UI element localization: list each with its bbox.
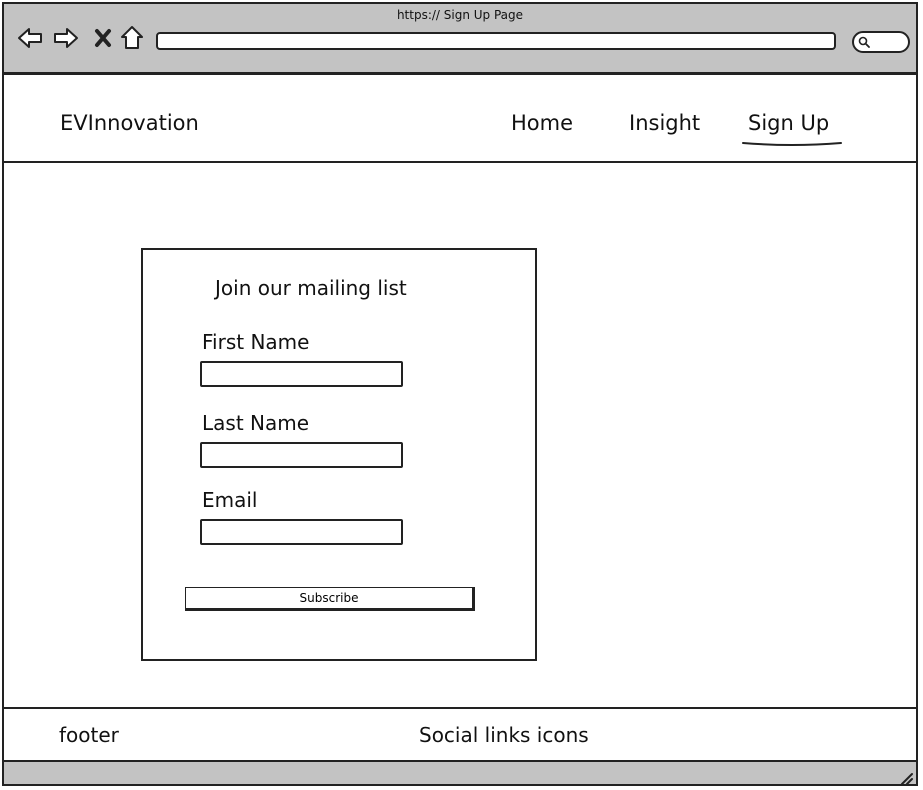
stop-button[interactable] — [90, 24, 118, 52]
close-icon — [95, 29, 111, 47]
subscribe-button[interactable]: Subscribe — [185, 587, 475, 611]
browser-toolbar: https:// Sign Up Page — [4, 4, 916, 75]
browser-status-bar — [4, 762, 916, 786]
email-input[interactable] — [200, 519, 403, 545]
nav-insight[interactable]: Insight — [629, 111, 700, 135]
site-header: EVInnovation Home Insight Sign Up — [4, 75, 916, 163]
nav-sign-up[interactable]: Sign Up — [748, 111, 829, 135]
browser-search[interactable] — [852, 31, 910, 53]
last-name-label: Last Name — [202, 411, 310, 435]
first-name-input[interactable] — [200, 361, 403, 387]
forward-button[interactable] — [52, 24, 80, 52]
active-nav-underline — [742, 142, 842, 146]
back-button[interactable] — [16, 24, 44, 52]
arrow-left-icon — [18, 28, 42, 48]
site-brand[interactable]: EVInnovation — [60, 111, 199, 135]
social-links[interactable]: Social links icons — [419, 723, 589, 747]
home-button[interactable] — [118, 24, 146, 52]
mailing-list-form: Join our mailing list First Name Last Na… — [141, 248, 537, 661]
last-name-input[interactable] — [200, 442, 403, 468]
browser-window: https:// Sign Up Page EVInnovation Home … — [2, 2, 918, 786]
footer-label: footer — [59, 723, 119, 747]
address-bar[interactable] — [156, 32, 836, 50]
form-title: Join our mailing list — [215, 276, 407, 300]
search-icon — [858, 36, 870, 48]
email-label: Email — [202, 488, 258, 512]
first-name-label: First Name — [202, 330, 310, 354]
arrow-right-icon — [54, 28, 78, 48]
site-footer: footer Social links icons — [4, 707, 916, 762]
home-icon — [121, 26, 143, 49]
browser-title: https:// Sign Up Page — [396, 8, 524, 22]
resize-grip-icon[interactable] — [898, 770, 914, 786]
nav-home[interactable]: Home — [511, 111, 573, 135]
